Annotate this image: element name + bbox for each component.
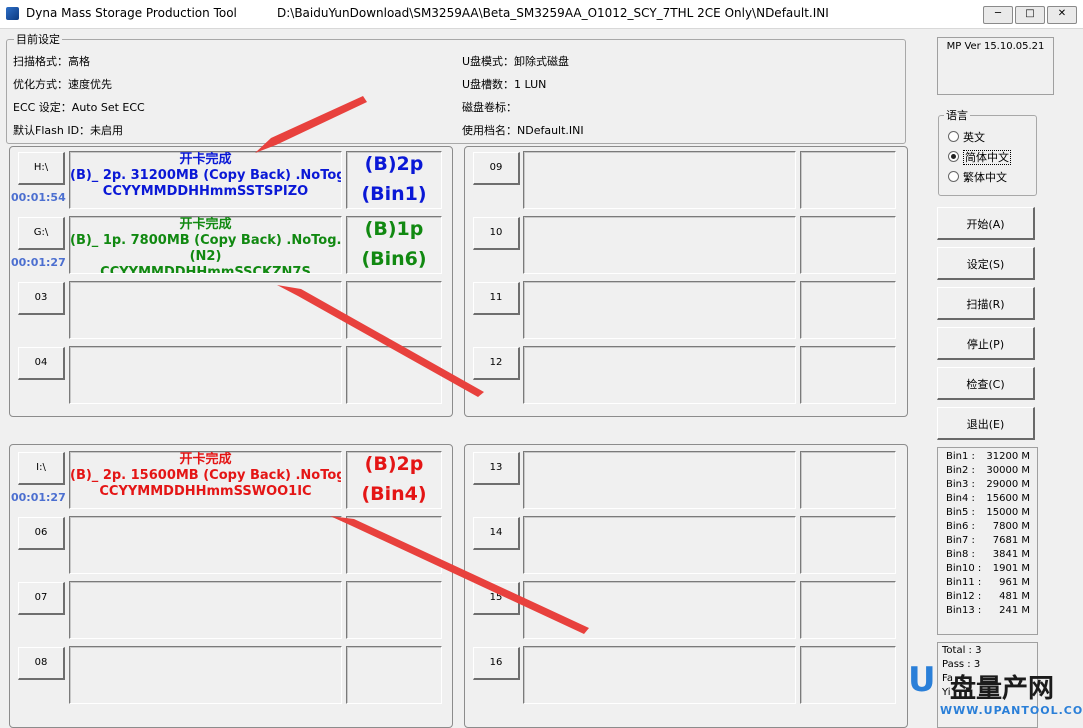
annotation-arrow-3 <box>330 516 589 634</box>
watermark-url: WWW.UPANTOOL.COM <box>940 704 1083 717</box>
annotation-arrows <box>255 96 589 634</box>
watermark-logo: U <box>908 660 936 700</box>
annotation-arrow-1 <box>255 96 367 153</box>
annotation-arrow-2 <box>277 285 484 397</box>
watermark-brand: 盘量产网 <box>950 674 1055 704</box>
